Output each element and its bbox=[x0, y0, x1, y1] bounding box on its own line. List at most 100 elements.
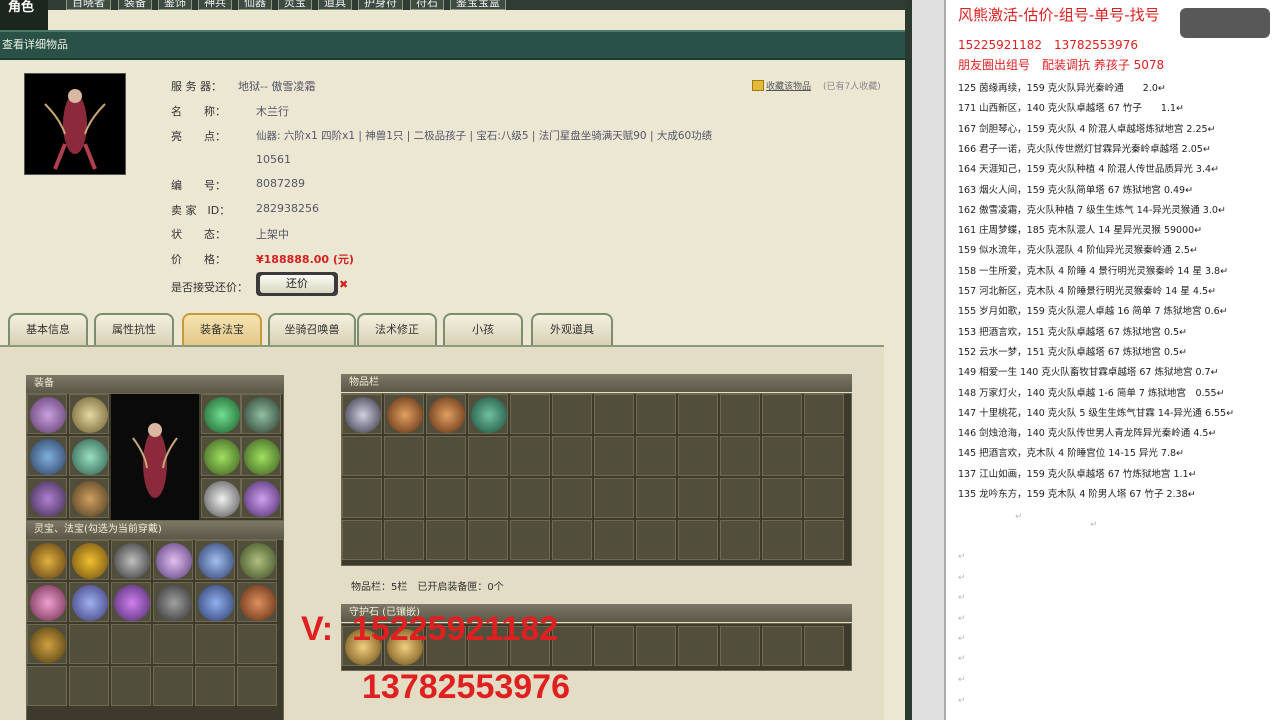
top-nav-tab[interactable]: 神兵 bbox=[198, 0, 232, 10]
bag-slot[interactable] bbox=[342, 520, 382, 560]
bag-slot[interactable] bbox=[510, 394, 550, 434]
bag-slot[interactable] bbox=[594, 394, 634, 434]
treasure-slot[interactable] bbox=[195, 666, 235, 706]
bag-slot[interactable] bbox=[762, 478, 802, 518]
bag-slot[interactable] bbox=[678, 436, 718, 476]
equip-slot[interactable] bbox=[27, 394, 67, 434]
bag-slot[interactable] bbox=[678, 478, 718, 518]
bag-slot[interactable] bbox=[468, 394, 508, 434]
equip-slot[interactable] bbox=[241, 478, 281, 518]
equip-slot[interactable] bbox=[27, 478, 67, 518]
bag-slot[interactable] bbox=[342, 436, 382, 476]
bag-slot[interactable] bbox=[426, 520, 466, 560]
bag-slot[interactable] bbox=[804, 436, 844, 476]
bag-slot[interactable] bbox=[762, 520, 802, 560]
bag-slot[interactable] bbox=[720, 478, 760, 518]
treasure-slot[interactable] bbox=[111, 666, 151, 706]
bag-slot[interactable] bbox=[762, 394, 802, 434]
bag-slot[interactable] bbox=[594, 436, 634, 476]
top-nav-tab[interactable]: 符石 bbox=[410, 0, 444, 10]
treasure-slot[interactable] bbox=[195, 624, 235, 664]
top-nav-tab[interactable]: 百晓者 bbox=[66, 0, 111, 10]
bag-slot[interactable] bbox=[762, 436, 802, 476]
bag-slot[interactable] bbox=[342, 394, 382, 434]
guard-slot[interactable] bbox=[678, 626, 718, 666]
equip-slot[interactable] bbox=[201, 436, 241, 476]
treasure-slot[interactable] bbox=[69, 666, 109, 706]
top-nav-tab[interactable]: 护身符 bbox=[358, 0, 403, 10]
treasure-slot[interactable] bbox=[195, 582, 235, 622]
bag-slot[interactable] bbox=[804, 394, 844, 434]
bag-slot[interactable] bbox=[552, 436, 592, 476]
bag-slot[interactable] bbox=[468, 478, 508, 518]
treasure-slot[interactable] bbox=[111, 624, 151, 664]
bag-slot[interactable] bbox=[342, 478, 382, 518]
bag-slot[interactable] bbox=[552, 478, 592, 518]
equip-slot[interactable] bbox=[27, 436, 67, 476]
tab-spells[interactable]: 法术修正 bbox=[357, 313, 437, 345]
equip-slot[interactable] bbox=[241, 394, 281, 434]
top-nav-tab[interactable]: 鉴饰 bbox=[158, 0, 192, 10]
bargain-button[interactable]: 还价 bbox=[260, 275, 334, 293]
bag-slot[interactable] bbox=[594, 520, 634, 560]
treasure-slot[interactable] bbox=[69, 540, 109, 580]
bag-slot[interactable] bbox=[720, 394, 760, 434]
equip-slot[interactable] bbox=[241, 436, 281, 476]
bag-slot[interactable] bbox=[384, 394, 424, 434]
equip-slot[interactable] bbox=[201, 394, 241, 434]
bag-slot[interactable] bbox=[720, 520, 760, 560]
bag-slot[interactable] bbox=[678, 520, 718, 560]
equip-slot[interactable] bbox=[69, 478, 109, 518]
top-nav-tab[interactable]: 鉴宝宝盒 bbox=[450, 0, 506, 10]
treasure-slot[interactable] bbox=[27, 582, 67, 622]
bag-slot[interactable] bbox=[552, 520, 592, 560]
bag-slot[interactable] bbox=[636, 394, 676, 434]
tab-equipment[interactable]: 装备法宝 bbox=[182, 313, 262, 345]
bag-slot[interactable] bbox=[594, 478, 634, 518]
guard-slot[interactable] bbox=[720, 626, 760, 666]
tab-child[interactable]: 小孩 bbox=[443, 313, 523, 345]
bag-slot[interactable] bbox=[510, 520, 550, 560]
guard-slot[interactable] bbox=[804, 626, 844, 666]
treasure-slot[interactable] bbox=[153, 540, 193, 580]
bag-slot[interactable] bbox=[468, 436, 508, 476]
treasure-slot[interactable] bbox=[27, 624, 67, 664]
bag-slot[interactable] bbox=[636, 520, 676, 560]
bag-slot[interactable] bbox=[510, 436, 550, 476]
top-nav-tab[interactable]: 灵宝 bbox=[278, 0, 312, 10]
bag-slot[interactable] bbox=[804, 478, 844, 518]
tab-mounts-pets[interactable]: 坐骑召唤兽 bbox=[268, 313, 356, 345]
top-nav-tab[interactable]: 仙器 bbox=[238, 0, 272, 10]
treasure-slot[interactable] bbox=[111, 582, 151, 622]
equip-slot[interactable] bbox=[69, 394, 109, 434]
treasure-slot[interactable] bbox=[111, 540, 151, 580]
bag-slot[interactable] bbox=[720, 436, 760, 476]
guard-slot[interactable] bbox=[594, 626, 634, 666]
equip-slot[interactable] bbox=[69, 436, 109, 476]
treasure-slot[interactable] bbox=[237, 666, 277, 706]
treasure-slot[interactable] bbox=[69, 624, 109, 664]
bag-slot[interactable] bbox=[384, 436, 424, 476]
treasure-slot[interactable] bbox=[237, 540, 277, 580]
bag-slot[interactable] bbox=[468, 520, 508, 560]
treasure-slot[interactable] bbox=[237, 624, 277, 664]
bag-slot[interactable] bbox=[384, 478, 424, 518]
bag-slot[interactable] bbox=[804, 520, 844, 560]
bag-slot[interactable] bbox=[384, 520, 424, 560]
tab-attributes[interactable]: 属性抗性 bbox=[94, 313, 174, 345]
treasure-slot[interactable] bbox=[153, 624, 193, 664]
bag-slot[interactable] bbox=[426, 436, 466, 476]
bag-slot[interactable] bbox=[678, 394, 718, 434]
top-nav-tab[interactable]: 装备 bbox=[118, 0, 152, 10]
treasure-slot[interactable] bbox=[153, 666, 193, 706]
equip-slot[interactable] bbox=[201, 478, 241, 518]
treasure-slot[interactable] bbox=[69, 582, 109, 622]
bag-slot[interactable] bbox=[636, 478, 676, 518]
bag-slot[interactable] bbox=[426, 478, 466, 518]
treasure-slot[interactable] bbox=[237, 582, 277, 622]
guard-slot[interactable] bbox=[636, 626, 676, 666]
treasure-slot[interactable] bbox=[195, 540, 235, 580]
tab-appearance[interactable]: 外观道具 bbox=[531, 313, 613, 345]
bag-slot[interactable] bbox=[510, 478, 550, 518]
guard-slot[interactable] bbox=[762, 626, 802, 666]
